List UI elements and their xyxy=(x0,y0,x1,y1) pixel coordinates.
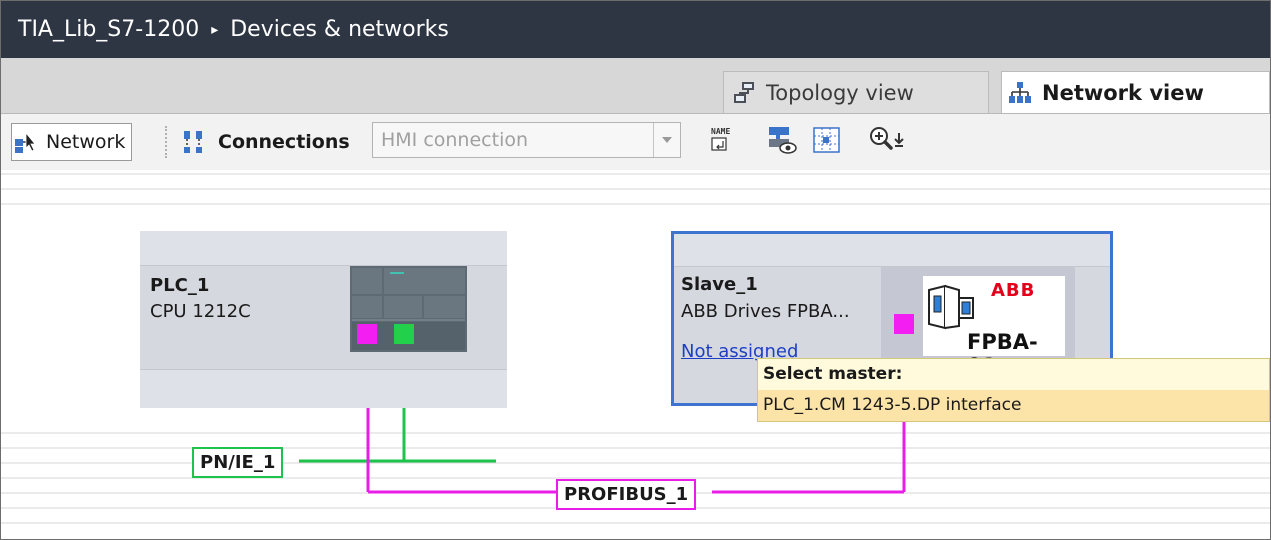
breadcrumb: TIA_Lib_S7-1200 ▸ Devices & networks xyxy=(18,1,449,59)
breadcrumb-page: Devices & networks xyxy=(230,17,449,42)
connection-type-value: HMI connection xyxy=(381,129,529,151)
plc-profibus-port[interactable] xyxy=(357,324,377,344)
profibus-network-label[interactable]: PROFIBUS_1 xyxy=(556,479,697,510)
chevron-down-icon[interactable] xyxy=(653,123,680,157)
fpba-device-icon xyxy=(928,284,974,330)
tab-topology-view[interactable]: Topology view xyxy=(723,71,989,113)
breadcrumb-project: TIA_Lib_S7-1200 xyxy=(18,17,200,42)
device-plc-name: PLC_1 xyxy=(150,275,210,296)
device-plc-type: CPU 1212C xyxy=(150,301,251,322)
editor-titlebar: TIA_Lib_S7-1200 ▸ Devices & networks xyxy=(1,1,1270,58)
show-names-icon[interactable]: NAME xyxy=(709,124,737,162)
master-option-item[interactable]: PLC_1.CM 1243-5.DP interface xyxy=(758,390,1269,421)
abb-logo: ABB xyxy=(991,280,1036,301)
device-slave-type: ABB Drives FPBA... xyxy=(681,301,850,322)
show-address-icon[interactable] xyxy=(767,124,799,160)
device-plc-footer xyxy=(140,369,507,408)
zoom-icon[interactable] xyxy=(868,124,910,160)
tab-topology-label: Topology view xyxy=(766,80,914,105)
tab-network-label: Network view xyxy=(1042,80,1204,105)
pn-network-label[interactable]: PN/IE_1 xyxy=(192,447,284,478)
view-tabs-bar: Topology view Network view xyxy=(1,58,1270,114)
network-toolbar: Network Connections HMI connection NAME xyxy=(1,114,1270,170)
svg-text:NAME: NAME xyxy=(711,127,730,136)
plc-profinet-port[interactable] xyxy=(394,324,414,344)
network-mode-button[interactable]: Network xyxy=(11,123,133,161)
connection-type-select[interactable]: HMI connection xyxy=(372,122,681,158)
device-slave-name: Slave_1 xyxy=(681,274,758,295)
connections-mode-label: Connections xyxy=(218,131,350,153)
select-master-title: Select master: xyxy=(758,359,1269,390)
slave-profibus-port[interactable] xyxy=(894,314,914,334)
topology-icon xyxy=(732,81,756,105)
network-canvas[interactable]: PLC_1 CPU 1212C Slave_1 ABB Drives FPBA.… xyxy=(1,170,1270,539)
device-plc-header xyxy=(140,231,507,266)
tab-network-view[interactable]: Network view xyxy=(1001,71,1270,113)
toolbar-divider xyxy=(165,126,171,158)
network-mode-icon xyxy=(14,130,40,154)
device-slave-header xyxy=(674,234,1110,267)
connections-icon xyxy=(182,129,206,155)
network-tree-icon xyxy=(1008,81,1032,105)
connections-mode-button[interactable]: Connections xyxy=(176,123,356,161)
select-master-tooltip: Select master: PLC_1.CM 1243-5.DP interf… xyxy=(757,358,1270,422)
network-mode-label: Network xyxy=(46,131,126,153)
grid-icon[interactable] xyxy=(811,124,843,160)
device-plc[interactable]: PLC_1 CPU 1212C xyxy=(140,231,507,408)
breadcrumb-separator-icon: ▸ xyxy=(211,22,219,38)
devices-networks-editor: TIA_Lib_S7-1200 ▸ Devices & networks Topol… xyxy=(0,0,1271,540)
fpba-module-card: ABB FPBA-01 xyxy=(923,276,1065,378)
